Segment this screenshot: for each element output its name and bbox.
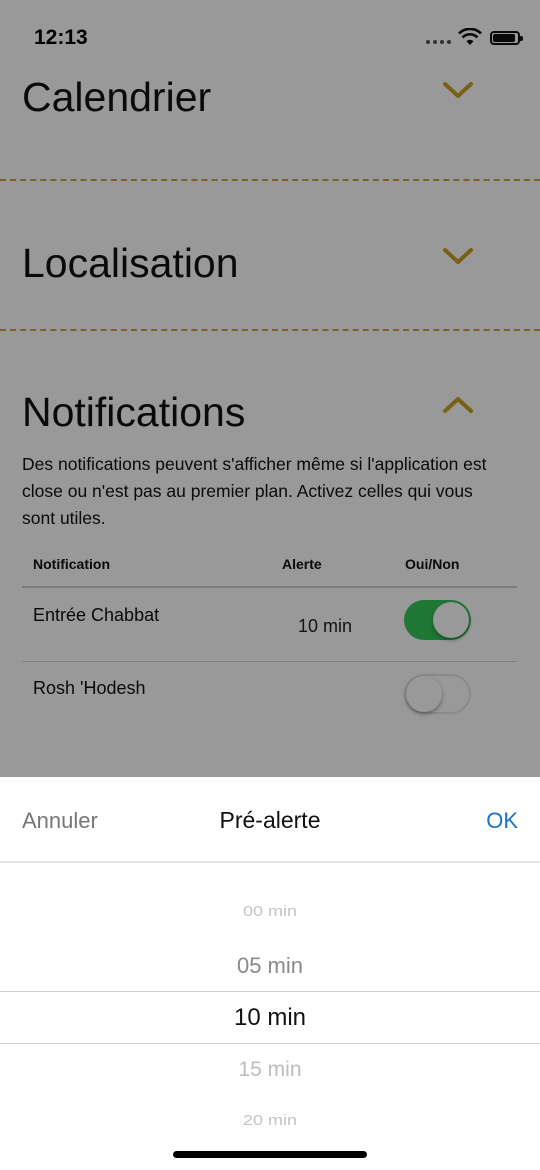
picker-selection-top-line [0,991,540,992]
picker-option[interactable]: 15 min [0,1058,540,1082]
modal-backdrop[interactable] [0,0,540,777]
picker-option[interactable]: 20 min [0,1112,540,1129]
ok-button[interactable]: OK [486,808,518,834]
picker-option-selected[interactable]: 10 min [0,1004,540,1032]
picker-option[interactable]: 05 min [0,953,540,979]
picker-title: Pré-alerte [219,807,321,833]
picker-header: Annuler Pré-alerte OK [0,777,540,863]
picker-selection-bottom-line [0,1043,540,1044]
picker-sheet: Annuler Pré-alerte OK 00 min 05 min 10 m… [0,777,540,1170]
screen: 12:13 Calendrier Localisation Notificati… [0,0,540,1170]
picker-option[interactable]: 00 min [0,903,540,920]
home-indicator[interactable] [173,1151,367,1158]
